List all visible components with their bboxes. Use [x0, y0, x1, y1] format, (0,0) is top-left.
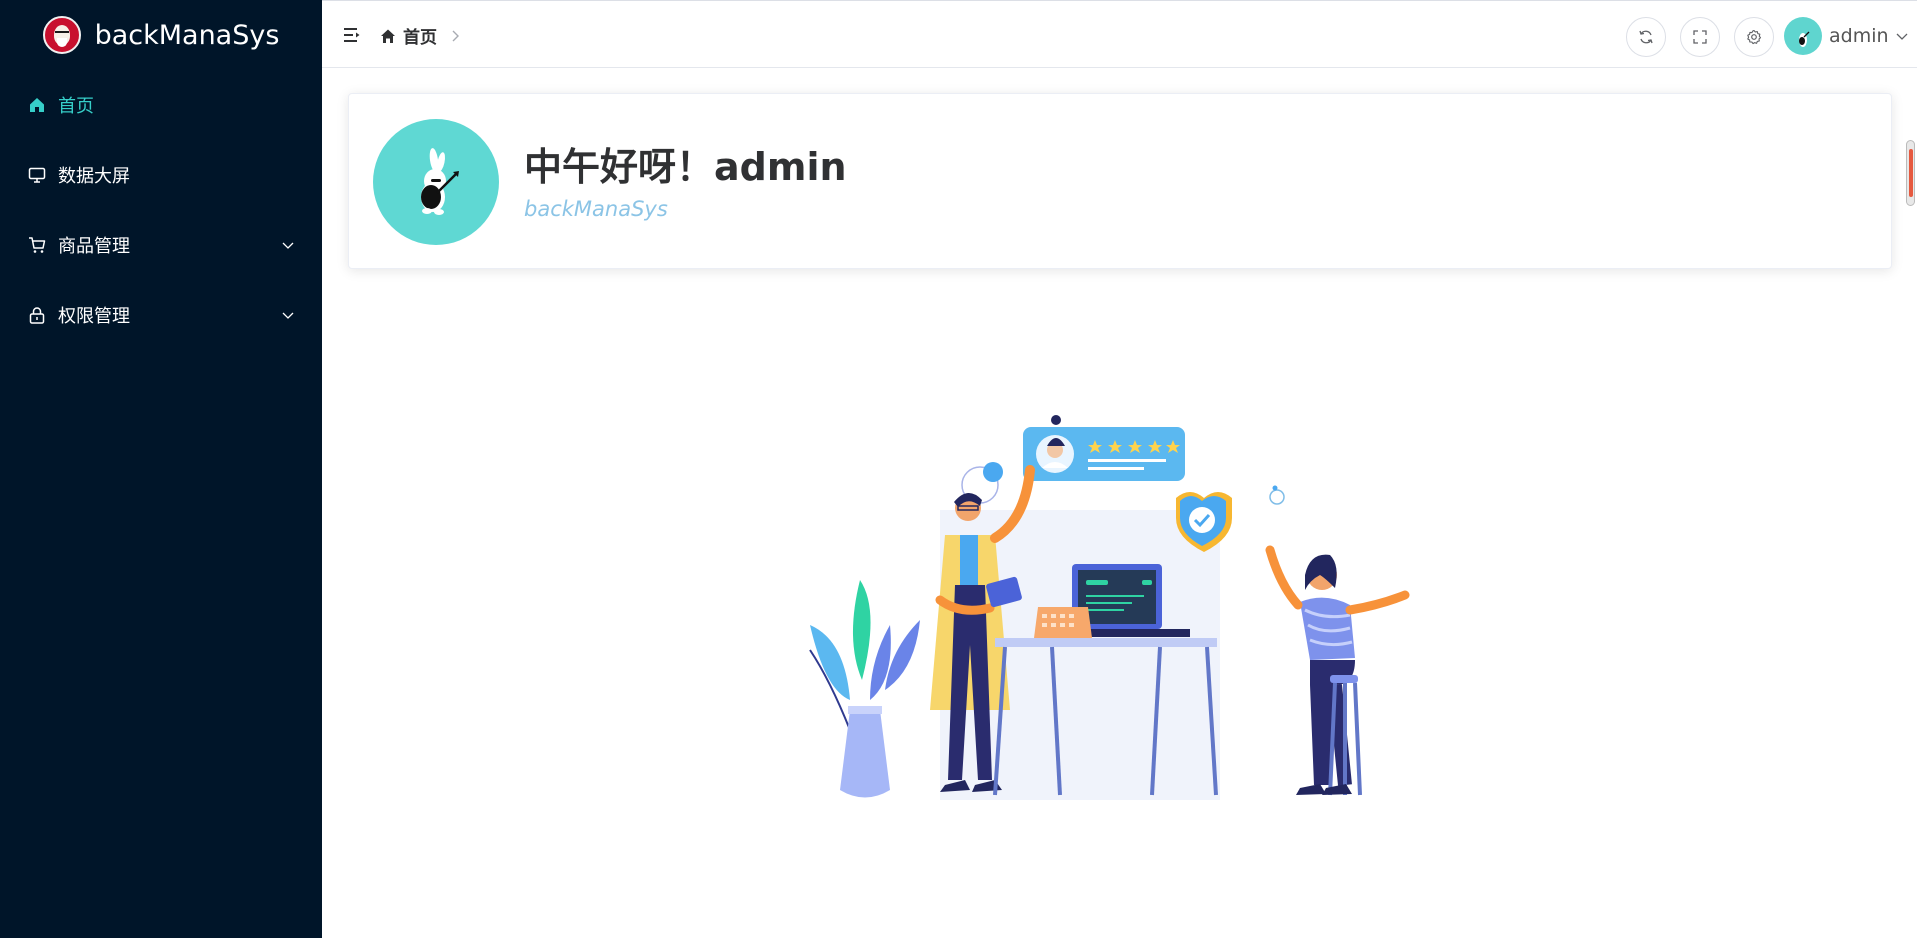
welcome-card: 中午好呀！admin backManaSys	[348, 93, 1892, 269]
sidebar-item-label: 首页	[58, 96, 94, 117]
sidebar-item-home[interactable]: 首页	[0, 70, 322, 140]
logo-icon	[42, 16, 81, 54]
top-header: 首页 admin	[322, 0, 1917, 68]
welcome-illustration	[790, 410, 1450, 810]
user-name: admin	[1829, 25, 1889, 47]
avatar	[1784, 17, 1822, 55]
vertical-scrollbar[interactable]	[1904, 140, 1917, 206]
user-menu[interactable]: admin	[1784, 17, 1909, 55]
chevron-down-icon	[282, 242, 294, 249]
sidebar: backManaSys 首页 数据大屏 商品管理 权限管理	[0, 0, 322, 938]
sidebar-item-label: 权限管理	[58, 306, 130, 327]
sidebar-item-permissions[interactable]: 权限管理	[0, 280, 322, 350]
fullscreen-icon	[1693, 30, 1707, 44]
breadcrumb: 首页	[379, 23, 461, 48]
app-subtitle: backManaSys	[524, 197, 668, 221]
sidebar-item-data-screen[interactable]: 数据大屏	[0, 140, 322, 210]
cart-icon	[28, 236, 46, 254]
settings-icon	[1747, 29, 1762, 45]
fullscreen-button[interactable]	[1680, 17, 1720, 57]
refresh-icon	[1639, 30, 1653, 44]
home-icon	[28, 96, 46, 114]
settings-button[interactable]	[1734, 17, 1774, 57]
scrollbar-thumb[interactable]	[1906, 140, 1915, 206]
rabbit-avatar-icon	[373, 119, 499, 245]
menu-fold-icon[interactable]	[342, 25, 362, 45]
breadcrumb-item-home[interactable]: 首页	[403, 23, 437, 48]
sidebar-item-label: 数据大屏	[58, 166, 130, 187]
monitor-icon	[28, 166, 46, 184]
greeting-text: 中午好呀！admin	[524, 145, 847, 189]
chevron-right-icon	[452, 30, 459, 41]
lock-icon	[28, 306, 46, 324]
app-title: backManaSys	[94, 19, 280, 51]
home-icon	[381, 29, 395, 43]
sidebar-item-label: 商品管理	[58, 236, 130, 257]
chevron-down-icon	[1896, 33, 1908, 40]
sidebar-menu: 首页 数据大屏 商品管理 权限管理	[0, 70, 322, 350]
refresh-button[interactable]	[1626, 17, 1666, 57]
sidebar-item-products[interactable]: 商品管理	[0, 210, 322, 280]
logo-row[interactable]: backManaSys	[0, 0, 322, 70]
chevron-down-icon	[282, 312, 294, 319]
